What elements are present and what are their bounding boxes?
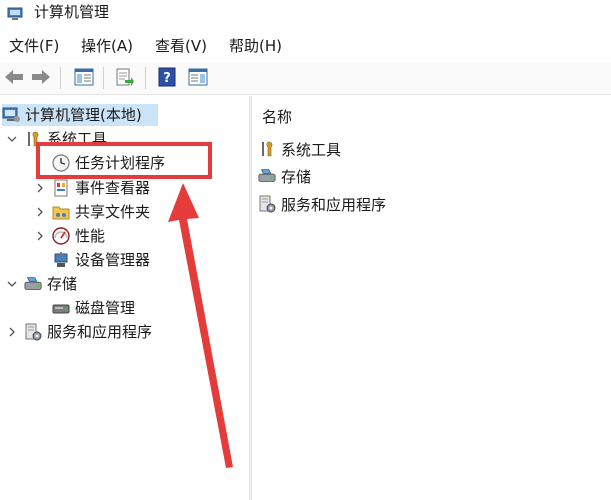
- toolbar-separator: [103, 67, 104, 89]
- list-item-label: 存储: [281, 167, 312, 186]
- chevron-right-icon[interactable]: [6, 326, 18, 338]
- details-pane: 名称 系统工具 存储 服务和应用程序: [252, 96, 611, 500]
- storage-icon: [258, 167, 276, 185]
- chevron-down-icon[interactable]: [6, 278, 18, 290]
- device-manager-icon: [52, 251, 70, 269]
- tree-item-storage[interactable]: 存储: [6, 273, 77, 295]
- shared-folder-icon: [52, 203, 70, 221]
- window-title: 计算机管理: [34, 3, 110, 21]
- tree-item-root[interactable]: 计算机管理(本地): [2, 104, 158, 126]
- performance-gauge-icon: [52, 227, 70, 245]
- tree-label: 服务和应用程序: [47, 323, 153, 341]
- annotation-highlight-box: [36, 142, 212, 179]
- list-item-storage[interactable]: 存储: [258, 165, 311, 187]
- tree-label: 事件查看器: [75, 179, 151, 197]
- computer-management-icon: [2, 106, 20, 124]
- tree-item-event-viewer[interactable]: 事件查看器: [34, 177, 150, 199]
- show-hide-console-tree-icon[interactable]: [72, 65, 96, 89]
- forward-arrow-icon[interactable]: [29, 65, 53, 89]
- chevron-right-icon[interactable]: [34, 230, 46, 242]
- help-icon[interactable]: ?: [155, 65, 179, 89]
- computer-management-icon: [7, 6, 23, 20]
- chevron-right-icon[interactable]: [34, 206, 46, 218]
- services-icon: [24, 323, 42, 341]
- menu-help[interactable]: 帮助(H): [229, 33, 282, 59]
- tools-icon: [258, 140, 276, 158]
- services-icon: [258, 195, 276, 213]
- svg-text:?: ?: [163, 71, 171, 86]
- menu-action[interactable]: 操作(A): [81, 33, 133, 59]
- list-item-label: 系统工具: [281, 140, 342, 159]
- event-viewer-icon: [52, 179, 70, 197]
- tree-label: 设备管理器: [75, 251, 151, 269]
- export-list-icon[interactable]: [113, 65, 137, 89]
- column-header-name[interactable]: 名称: [262, 106, 292, 127]
- list-item-label: 服务和应用程序: [281, 195, 387, 214]
- title-bar: 计算机管理: [0, 0, 611, 30]
- tree-item-performance[interactable]: 性能: [34, 225, 105, 247]
- show-hide-action-pane-icon[interactable]: [186, 65, 210, 89]
- menu-bar: 文件(F) 操作(A) 查看(V) 帮助(H): [0, 33, 611, 59]
- menu-file[interactable]: 文件(F): [9, 33, 59, 59]
- menu-view[interactable]: 查看(V): [155, 33, 207, 59]
- tree-label: 计算机管理(本地): [25, 106, 142, 124]
- storage-icon: [24, 275, 42, 293]
- tree-label: 存储: [47, 275, 78, 293]
- chevron-down-icon[interactable]: [6, 133, 18, 145]
- tree-label: 共享文件夹: [75, 203, 151, 221]
- tree-item-disk-management[interactable]: 磁盘管理: [52, 297, 135, 319]
- toolbar: ?: [0, 62, 611, 95]
- tree-item-services-apps[interactable]: 服务和应用程序: [6, 321, 152, 343]
- tree-label: 性能: [75, 227, 106, 245]
- list-item-system-tools[interactable]: 系统工具: [258, 138, 341, 160]
- tree-item-device-manager[interactable]: 设备管理器: [52, 249, 150, 271]
- tree-item-shared-folders[interactable]: 共享文件夹: [34, 201, 150, 223]
- chevron-right-icon[interactable]: [34, 182, 46, 194]
- toolbar-separator: [60, 67, 61, 89]
- disk-management-icon: [52, 299, 70, 317]
- back-arrow-icon[interactable]: [2, 65, 26, 89]
- list-item-services-apps[interactable]: 服务和应用程序: [258, 193, 386, 215]
- tree-label: 磁盘管理: [75, 299, 136, 317]
- toolbar-separator: [145, 67, 146, 89]
